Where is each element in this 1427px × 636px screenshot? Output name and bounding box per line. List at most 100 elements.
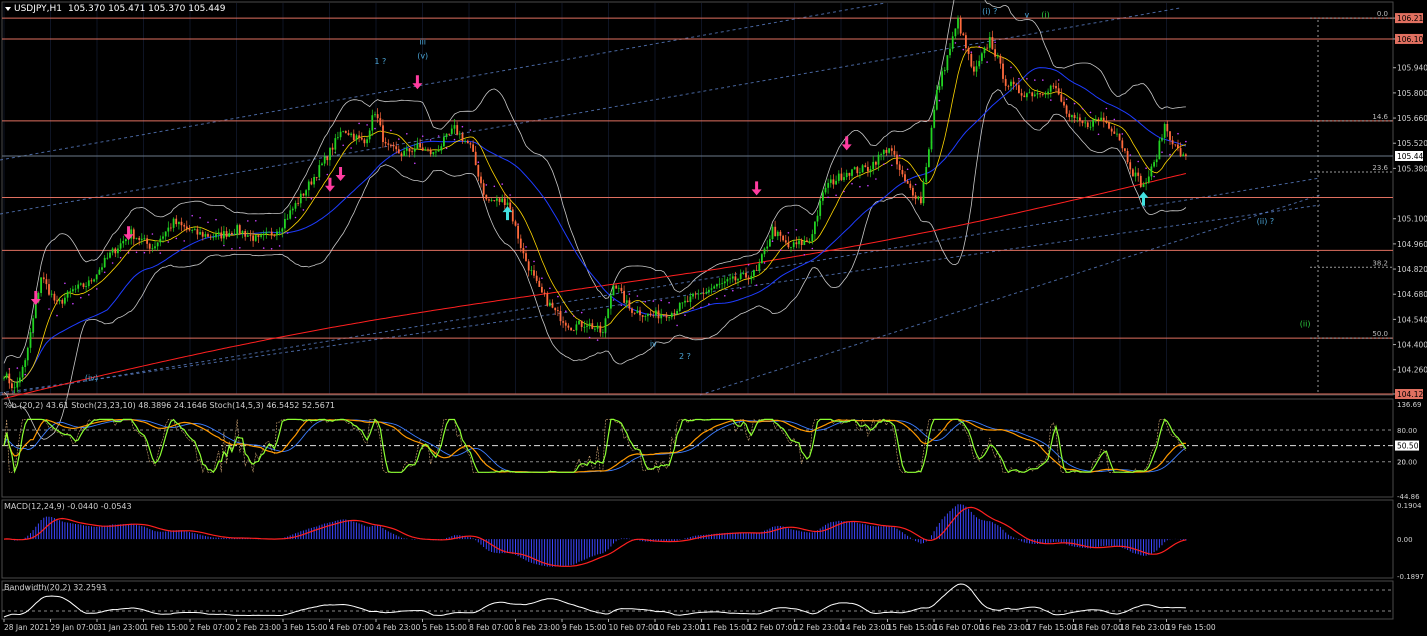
candle-body <box>122 241 125 244</box>
bandwidth-panel-label: Bandwidth(20,2) 32.2593 <box>4 583 106 592</box>
candle-body <box>535 275 538 281</box>
candle-body <box>1052 85 1055 87</box>
sar-dot <box>978 45 980 48</box>
candle-body <box>594 328 596 330</box>
candle-body <box>798 240 800 245</box>
candle-body <box>368 130 371 140</box>
sar-dot <box>867 184 869 187</box>
candle-body <box>382 125 384 142</box>
candle-body <box>970 54 973 67</box>
candle-body <box>260 235 262 237</box>
candle-body <box>1047 91 1049 94</box>
price-tick-label: 105.940 <box>1397 64 1427 73</box>
time-tick-label: 18 Feb 07:00 <box>1074 623 1123 632</box>
sar-dot <box>1177 132 1179 135</box>
sar-dot <box>326 173 329 176</box>
candle-body <box>69 291 72 293</box>
candle-body <box>623 290 625 303</box>
sar-dot <box>938 99 941 102</box>
candle-body <box>85 286 87 287</box>
candle-body <box>684 300 686 303</box>
candle-body <box>469 143 472 145</box>
sar-dot <box>1018 77 1020 80</box>
candle-body <box>705 291 708 294</box>
candle-body <box>437 150 440 152</box>
sar-dot <box>763 262 766 264</box>
candle-body <box>477 165 480 177</box>
candle-body <box>755 270 758 271</box>
candle-body <box>445 133 448 137</box>
price-tick-label: 105.520 <box>1397 139 1427 148</box>
price-tick-label: 105.380 <box>1397 164 1427 173</box>
sar-dot <box>954 42 957 44</box>
candle-body <box>607 308 610 319</box>
candle-body <box>692 293 694 297</box>
candle-body <box>925 167 928 182</box>
candle-body <box>697 293 700 295</box>
candle-body <box>1134 172 1137 177</box>
fib-level-label: 0.0 <box>1377 10 1388 18</box>
sar-dot <box>1153 175 1155 178</box>
candle-body <box>360 137 363 140</box>
forex-chart[interactable]: 0.0 14.6 23.6 38.2 50.0 iii (v) 1 ? (iv) iv 2 ? (i… <box>0 0 1427 636</box>
candle-body <box>172 218 175 228</box>
candle-body <box>376 114 379 119</box>
candle-body <box>334 138 337 150</box>
candle-body <box>639 310 641 316</box>
sar-dot <box>1121 133 1124 135</box>
wave-label: iii <box>419 37 426 46</box>
candle-body <box>1060 94 1063 102</box>
candle-body <box>779 231 782 236</box>
sar-dot <box>771 240 774 242</box>
candle-body <box>1121 140 1124 149</box>
candle-body <box>991 37 994 50</box>
sar-dot <box>350 147 352 149</box>
sar-dot <box>851 182 853 185</box>
candle-body <box>103 257 106 268</box>
sar-dot <box>1034 79 1036 81</box>
time-tick-label: 10 Feb 23:00 <box>655 623 704 632</box>
time-tick-label: 8 Feb 07:00 <box>469 623 514 632</box>
candle-body <box>1118 133 1121 141</box>
candle-body <box>848 172 851 176</box>
candle-body <box>1153 162 1155 167</box>
candle-body <box>350 133 353 136</box>
candle-body <box>811 234 814 242</box>
candle-body <box>814 221 816 235</box>
candle-body <box>344 130 347 134</box>
sar-dot <box>827 196 829 199</box>
wave-label: (iv) <box>85 374 98 383</box>
candle-body <box>58 299 61 302</box>
candle-body <box>721 283 724 284</box>
candle-body <box>326 156 329 161</box>
sar-dot <box>1073 102 1076 105</box>
candle-body <box>371 115 374 131</box>
candle-body <box>291 208 294 211</box>
candle-body <box>209 236 212 238</box>
candle-body <box>530 270 533 271</box>
time-tick-label: 16 Feb 23:00 <box>981 623 1030 632</box>
candle-body <box>564 322 567 326</box>
sar-dot <box>159 252 162 254</box>
candle-body <box>318 165 321 178</box>
candle-body <box>519 238 522 249</box>
wave-label: iv <box>650 339 657 348</box>
time-tick-label: 11 Feb 15:00 <box>702 623 751 632</box>
candle-body <box>790 247 792 248</box>
candle-body <box>554 307 557 311</box>
candle-body <box>16 382 19 388</box>
sar-dot <box>1129 154 1132 156</box>
sar-dot <box>1169 153 1171 156</box>
price-level-tag-label: 106.100 <box>1397 35 1427 44</box>
candle-body <box>832 179 835 185</box>
candle-body <box>289 210 292 219</box>
candle-body <box>156 242 159 247</box>
candle-body <box>917 196 920 199</box>
candle-body <box>941 71 943 87</box>
candle-body <box>315 177 318 178</box>
candle-body <box>591 323 594 329</box>
candle-body <box>170 227 172 229</box>
sar-dot <box>151 233 154 235</box>
candle-body <box>904 174 906 181</box>
candle-body <box>1113 131 1116 134</box>
